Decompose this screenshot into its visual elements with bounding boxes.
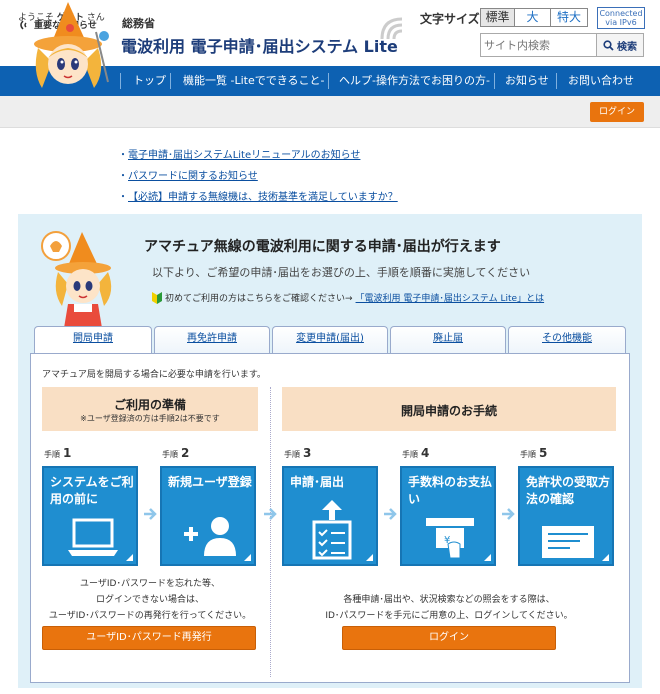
- login-info-line: 各種申請･届出や、状況検索などの照会をする際は、: [343, 595, 555, 605]
- step-label-2: 手順 2: [162, 446, 189, 460]
- step-label-text: 手順: [284, 450, 300, 459]
- lead-subtitle: 以下より、ご希望の申請･届出をお選びの上、手順を順番に実施してください: [152, 266, 531, 279]
- step-label-5: 手順 5: [520, 446, 547, 460]
- arrow-right-icon: [384, 508, 397, 520]
- procedure-title: 開局申請のお手続: [400, 404, 497, 418]
- step-label-text: 手順: [44, 450, 60, 459]
- mascot-waving-icon: [41, 231, 112, 328]
- add-user-icon: [184, 517, 236, 556]
- preparation-title: ご利用の準備: [113, 398, 186, 412]
- font-size-large-button[interactable]: 大: [515, 9, 551, 26]
- card-corner-mark: [366, 554, 373, 561]
- reissue-info-line: ユーザID･パスワードを忘れた等、: [80, 579, 220, 589]
- nav-separator: [556, 73, 557, 89]
- notice-link-password[interactable]: パスワードに関するお知らせ: [118, 167, 258, 182]
- nav-news[interactable]: お知らせ: [505, 66, 549, 96]
- font-size-standard-button[interactable]: 標準: [481, 9, 515, 26]
- laptop-icon: [68, 518, 118, 556]
- header-login-button[interactable]: ログイン: [590, 102, 644, 122]
- step-label-text: 手順: [520, 450, 536, 459]
- font-size-label: 文字サイズ: [420, 12, 480, 26]
- reissue-credentials-button[interactable]: ユーザID･パスワード再発行: [42, 626, 256, 650]
- nav-contact[interactable]: お問い合わせ: [568, 66, 634, 96]
- site-title[interactable]: 電波利用 電子申請･届出システム Lite: [121, 33, 398, 57]
- arrow-right-icon: [144, 508, 157, 520]
- step-number: 1: [63, 446, 72, 460]
- card-corner-mark: [602, 554, 609, 561]
- tab-other[interactable]: その他機能: [508, 326, 626, 353]
- first-time-text: 初めてご利用の方はこちらをご確認ください→: [165, 294, 353, 304]
- reissue-info: ユーザID･パスワードを忘れた等、 ログインできない場合は、 ユーザID･パスワ…: [42, 576, 258, 624]
- upload-checklist-icon: [312, 500, 352, 560]
- nav-separator: [494, 73, 495, 89]
- step-caption: 申請･届出: [290, 475, 345, 489]
- arrow-right-icon: [502, 508, 515, 520]
- ipv6-badge-line2: via IPv6: [605, 18, 637, 27]
- site-search-input[interactable]: [480, 33, 596, 57]
- card-corner-mark: [244, 554, 251, 561]
- lead-title: アマチュア無線の電波利用に関する申請･届出が行えます: [144, 239, 501, 255]
- step-number: 4: [421, 446, 430, 460]
- mascot-character-icon: [34, 2, 109, 88]
- section-divider: [270, 387, 271, 677]
- step-card-fee-payment[interactable]: 手数料のお支払い ¥: [400, 466, 496, 566]
- step-card-user-registration[interactable]: 新規ユーザ登録: [160, 466, 256, 566]
- step-number: 5: [539, 446, 548, 460]
- login-info: 各種申請･届出や、状況検索などの照会をする際は、 ID･パスワードを手元にご用意…: [282, 592, 616, 624]
- step-caption: 手数料のお支払い: [408, 475, 493, 506]
- preparation-note: ※ユーザ登録済の方は手順2は不要です: [80, 414, 220, 423]
- about-lite-link[interactable]: 「電波利用 電子申請･届出システム Lite」とは: [356, 291, 545, 304]
- login-info-line: ID･パスワードを手元にご用意の上、ログインしてください。: [325, 611, 573, 621]
- step-label-3: 手順 3: [284, 446, 311, 460]
- nav-help[interactable]: ヘルプ-操作方法でお困りの方-: [339, 66, 490, 96]
- step-label-text: 手順: [402, 450, 418, 459]
- site-search-button[interactable]: 検索: [596, 33, 644, 57]
- font-size-xlarge-button[interactable]: 特大: [551, 9, 587, 26]
- search-button-label: 検索: [617, 41, 637, 53]
- step-card-application[interactable]: 申請･届出: [282, 466, 378, 566]
- step-caption: システムをご利用の前に: [50, 475, 134, 506]
- notice-link-technical-standard[interactable]: 【必読】申請する無線機は、技術基準を満足していますか？: [118, 188, 398, 203]
- ipv6-badge: Connected via IPv6: [597, 7, 645, 29]
- card-corner-mark: [484, 554, 491, 561]
- font-size-selector: 標準 大 特大: [480, 8, 588, 27]
- tab-relicense[interactable]: 再免許申請: [154, 326, 270, 353]
- arrow-right-icon: [264, 508, 277, 520]
- atm-payment-icon: ¥: [426, 518, 474, 559]
- license-document-icon: [542, 526, 594, 558]
- tab-description: アマチュア局を開局する場合に必要な申請を行います。: [42, 370, 266, 380]
- nav-features[interactable]: 機能一覧 -Liteでできること-: [183, 66, 324, 96]
- card-corner-mark: [126, 554, 133, 561]
- preparation-header: ご利用の準備 ※ユーザ登録済の方は手順2は不要です: [42, 387, 258, 431]
- step-card-license-receipt[interactable]: 免許状の受取方法の確認: [518, 466, 614, 566]
- tab-new-station[interactable]: 開局申請: [34, 326, 152, 354]
- first-time-guide: 初めてご利用の方はこちらをご確認ください→ 「電波利用 電子申請･届出システム …: [152, 291, 544, 304]
- nav-separator: [120, 73, 121, 89]
- nav-separator: [170, 73, 171, 89]
- step-number: 3: [303, 446, 312, 460]
- search-icon: [603, 39, 614, 51]
- procedure-header: 開局申請のお手続: [282, 387, 616, 431]
- tab-change[interactable]: 変更申請(届出): [272, 326, 388, 353]
- ministry-name: 総務省: [122, 17, 155, 30]
- reissue-info-line: ユーザID･パスワードの再発行を行ってください。: [48, 611, 252, 621]
- radio-wave-icon: [380, 17, 403, 40]
- notice-link-renewal[interactable]: 電子申請･届出システムLiteリニューアルのお知らせ: [118, 146, 360, 161]
- ipv6-badge-line1: Connected: [599, 9, 643, 18]
- step-label-text: 手順: [162, 450, 178, 459]
- step-number: 2: [181, 446, 190, 460]
- step-card-before-use[interactable]: システムをご利用の前に: [42, 466, 138, 566]
- reissue-info-line: ログインできない場合は、: [95, 595, 204, 605]
- nav-separator: [328, 73, 329, 89]
- nav-top[interactable]: トップ: [133, 66, 166, 96]
- main-login-button[interactable]: ログイン: [342, 626, 556, 650]
- welcome-bar: [0, 96, 660, 128]
- step-label-4: 手順 4: [402, 446, 429, 460]
- step-caption: 新規ユーザ登録: [168, 475, 252, 489]
- step-caption: 免許状の受取方法の確認: [526, 475, 611, 506]
- step-label-1: 手順 1: [44, 446, 71, 460]
- tab-abolish[interactable]: 廃止届: [390, 326, 506, 353]
- beginner-mark-icon: [152, 291, 162, 304]
